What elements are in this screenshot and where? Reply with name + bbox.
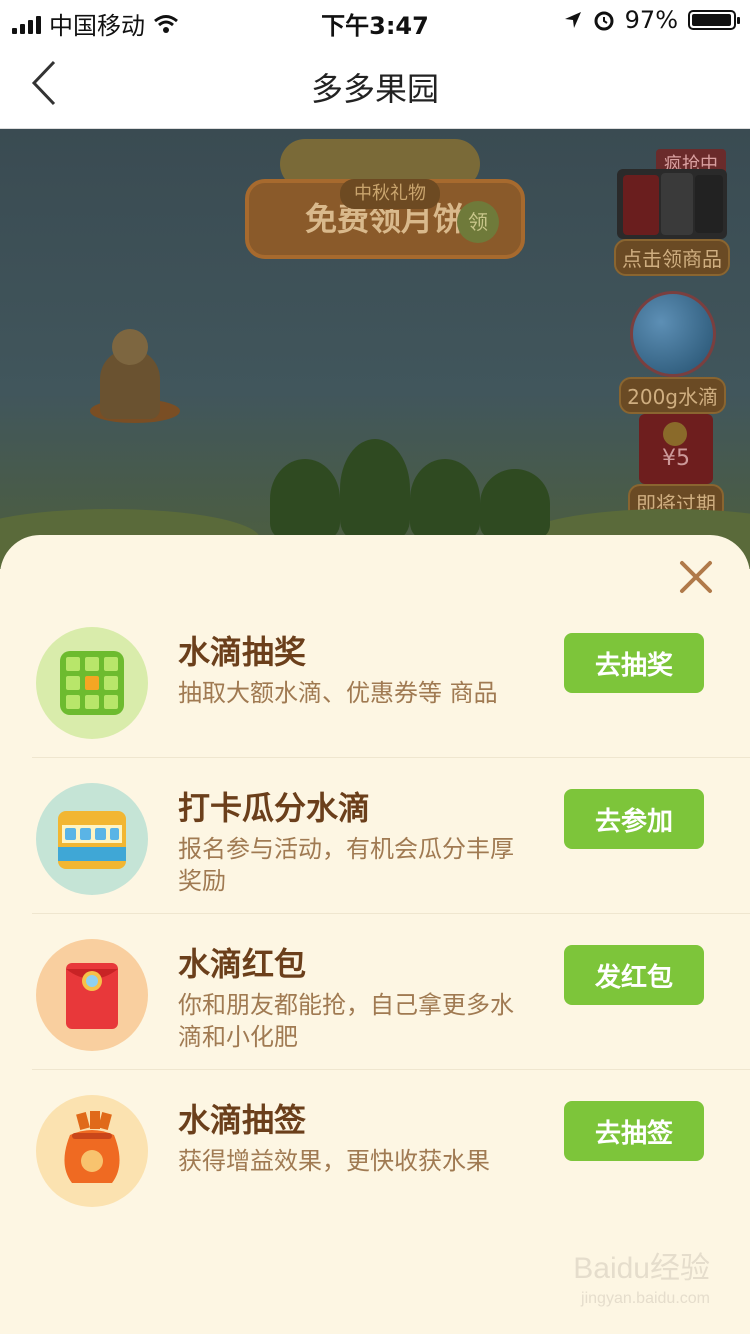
tree-bush (410, 459, 480, 539)
water-globe-icon (629, 291, 716, 377)
redpacket-amount: ¥5 (662, 446, 690, 471)
side-item-redpacket[interactable]: ¥5 即将过期 (628, 414, 724, 521)
close-button[interactable] (678, 559, 714, 595)
task-title: 水滴红包 (178, 945, 307, 983)
close-icon (680, 561, 712, 593)
task-title: 水滴抽奖 (178, 633, 307, 671)
task-description: 报名参与活动，有机会瓜分丰厚奖励 (178, 835, 514, 895)
fairy-character (80, 329, 190, 439)
tree-bush (340, 439, 410, 539)
task-description: 抽取大额水滴、优惠券等 商品 (178, 679, 498, 707)
task-title: 水滴抽签 (178, 1101, 307, 1139)
tree-bush (480, 469, 550, 539)
side-item-water[interactable]: 200g水滴 (619, 291, 726, 414)
status-bar: 中国移动 下午3:47 97% (0, 0, 750, 40)
go-lottery-button[interactable]: 去抽奖 (564, 633, 704, 693)
red-packet-icon (36, 939, 148, 1051)
send-redpacket-button[interactable]: 发红包 (564, 945, 704, 1005)
nav-bar: 多多果园 (0, 40, 750, 129)
status-right: 97% (563, 6, 740, 34)
go-join-button[interactable]: 去参加 (564, 789, 704, 849)
phones-image (617, 169, 727, 239)
game-scene: 免费领月饼 中秋礼物 领 疯抢中 点击领商品 200g水滴 ¥5 即将过期 (0, 129, 750, 569)
redpacket-mini-icon: ¥5 (639, 414, 713, 484)
task-row: 打卡瓜分水滴 报名参与活动，有机会瓜分丰厚奖励 去参加 (32, 757, 750, 914)
go-draw-button[interactable]: 去抽签 (564, 1101, 704, 1161)
tree-bush (270, 459, 340, 539)
page-title: 多多果园 (310, 70, 439, 108)
task-title: 打卡瓜分水滴 (178, 789, 371, 827)
task-description: 获得增益效果，更快收获水果 (178, 1147, 490, 1175)
checkin-card-icon (36, 783, 148, 895)
alarm-icon (594, 11, 614, 31)
fortune-bag-icon (36, 1095, 148, 1207)
banner-subtitle: 中秋礼物 (340, 179, 440, 209)
task-row: 水滴抽签 获得增益效果，更快收获水果 去抽签 (32, 1069, 750, 1225)
banner-badge: 领 (457, 201, 499, 243)
battery-icon (688, 10, 740, 30)
watermark-main: Baidu经验 (573, 1252, 710, 1285)
watermark: Baidu经验 jingyan.baidu.com (573, 1254, 710, 1314)
lottery-grid-icon (36, 627, 148, 739)
watermark-sub: jingyan.baidu.com (581, 1290, 710, 1307)
side-label-water: 200g水滴 (619, 377, 726, 414)
task-row: 水滴红包 你和朋友都能抢，自己拿更多水滴和小化肥 发红包 (32, 913, 750, 1070)
location-arrow-icon (564, 12, 581, 28)
task-sheet: 水滴抽奖 抽取大额水滴、优惠券等 商品 去抽奖 打卡瓜分水滴 报名参与活动，有机… (0, 535, 750, 1334)
battery-percent: 97% (624, 6, 678, 34)
task-row: 水滴抽奖 抽取大额水滴、优惠券等 商品 去抽奖 (32, 601, 750, 758)
side-item-products[interactable]: 点击领商品 (614, 169, 730, 276)
task-description: 你和朋友都能抢，自己拿更多水滴和小化肥 (178, 991, 514, 1051)
side-label-products: 点击领商品 (614, 239, 730, 276)
